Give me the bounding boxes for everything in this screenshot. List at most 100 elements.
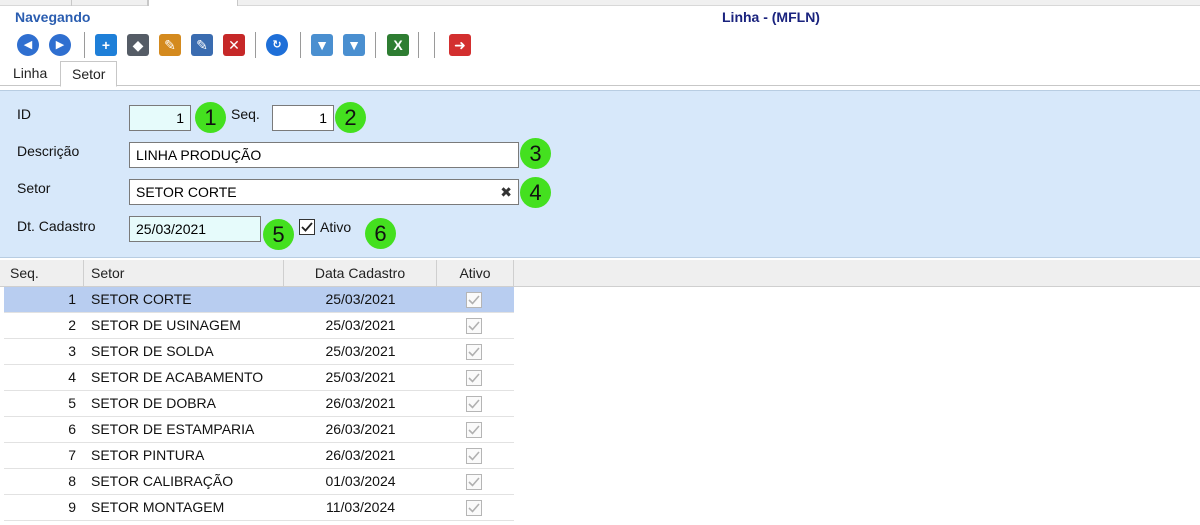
ativo-checkbox[interactable] <box>299 219 315 235</box>
new-button[interactable]: + <box>92 31 120 59</box>
excel-icon: X <box>387 34 409 56</box>
excel-export-button[interactable]: X <box>384 31 412 59</box>
exit-button[interactable]: ➜ <box>446 31 474 59</box>
ativo-label: Ativo <box>320 219 352 235</box>
cell-setor: SETOR CALIBRAÇÃO <box>91 473 234 489</box>
cell-setor: SETOR DE SOLDA <box>91 343 214 359</box>
cell-setor: SETOR DE ACABAMENTO <box>91 369 264 385</box>
cell-seq: 7 <box>68 447 76 463</box>
id-label: ID <box>17 106 31 122</box>
cell-data-cadastro: 25/03/2021 <box>325 291 396 307</box>
marker-badge-3: 3 <box>520 138 551 169</box>
filter-remove-button[interactable]: ▼ <box>308 31 336 59</box>
table-row[interactable]: 8 SETOR CALIBRAÇÃO 01/03/2024 <box>4 469 514 495</box>
cell-data-cadastro: 26/03/2021 <box>325 421 396 437</box>
marker-badge-5: 5 <box>263 219 294 250</box>
erase-button[interactable]: ◆ <box>124 31 152 59</box>
filter-remove-icon: ▼ <box>311 34 333 56</box>
cell-ativo-checkbox[interactable] <box>466 474 482 490</box>
marker-badge-6: 6 <box>365 218 396 249</box>
checkmark-icon <box>468 503 480 513</box>
checkmark-icon <box>301 222 313 232</box>
marker-badge-4: 4 <box>520 177 551 208</box>
seq-field[interactable]: 1 <box>272 105 334 131</box>
pencil-icon: ✎ <box>159 34 181 56</box>
marker-badge-2: 2 <box>335 102 366 133</box>
cell-data-cadastro: 01/03/2024 <box>325 473 396 489</box>
tab-linha[interactable]: Linha <box>2 61 58 86</box>
edit-record-button[interactable]: ✎ <box>188 31 216 59</box>
cell-ativo-checkbox[interactable] <box>466 448 482 464</box>
table-row[interactable]: 1 SETOR CORTE 25/03/2021 <box>4 287 514 313</box>
checkmark-icon <box>468 321 480 331</box>
form-title: Linha - (MFLN) <box>722 9 820 25</box>
refresh-icon: ↻ <box>266 34 288 56</box>
table-row[interactable]: 3 SETOR DE SOLDA 25/03/2021 <box>4 339 514 365</box>
toolbar-separator <box>375 32 376 58</box>
clear-icon[interactable]: ✖ <box>500 180 512 204</box>
cell-ativo-checkbox[interactable] <box>466 500 482 516</box>
filter-add-button[interactable]: ▼ <box>340 31 368 59</box>
cell-seq: 1 <box>68 291 76 307</box>
tab-setor[interactable]: Setor <box>60 61 118 87</box>
cell-seq: 3 <box>68 343 76 359</box>
delete-button[interactable]: ✕ <box>220 31 248 59</box>
id-field[interactable]: 1 <box>129 105 191 131</box>
toolbar-separator <box>434 32 435 58</box>
cell-setor: SETOR MONTAGEM <box>91 499 225 515</box>
window-tab[interactable] <box>0 0 72 6</box>
cell-ativo-checkbox[interactable] <box>466 370 482 386</box>
table-row[interactable]: 9 SETOR MONTAGEM 11/03/2024 <box>4 495 514 521</box>
edit-button[interactable]: ✎ <box>156 31 184 59</box>
cell-ativo-checkbox[interactable] <box>466 344 482 360</box>
cell-ativo-checkbox[interactable] <box>466 422 482 438</box>
descricao-field[interactable]: LINHA PRODUÇÃO <box>129 142 519 168</box>
toolbar-separator <box>418 32 419 58</box>
previous-button[interactable]: ◀ <box>14 31 42 59</box>
toolbar-separator <box>84 32 85 58</box>
refresh-button[interactable]: ↻ <box>263 31 291 59</box>
cell-data-cadastro: 25/03/2021 <box>325 317 396 333</box>
cell-data-cadastro: 25/03/2021 <box>325 343 396 359</box>
cell-data-cadastro: 25/03/2021 <box>325 369 396 385</box>
cell-setor: SETOR CORTE <box>91 291 192 307</box>
dt-cadastro-field[interactable]: 25/03/2021 <box>129 216 261 242</box>
cell-seq: 8 <box>68 473 76 489</box>
window-tab-active[interactable] <box>148 0 238 6</box>
table-row[interactable]: 5 SETOR DE DOBRA 26/03/2021 <box>4 391 514 417</box>
marker-badge-1: 1 <box>195 102 226 133</box>
filter-add-icon: ▼ <box>343 34 365 56</box>
table-row[interactable]: 4 SETOR DE ACABAMENTO 25/03/2021 <box>4 365 514 391</box>
delete-document-icon: ✕ <box>223 34 245 56</box>
dt-cadastro-label: Dt. Cadastro <box>17 218 96 234</box>
cell-setor: SETOR DE USINAGEM <box>91 317 241 333</box>
table-row[interactable]: 7 SETOR PINTURA 26/03/2021 <box>4 443 514 469</box>
setor-label: Setor <box>17 180 51 196</box>
grid-header: Seq. Setor Data Cadastro Ativo <box>0 260 1200 287</box>
checkmark-icon <box>468 373 480 383</box>
cell-ativo-checkbox[interactable] <box>466 318 482 334</box>
column-header-seq[interactable]: Seq. <box>4 260 84 287</box>
table-row[interactable]: 6 SETOR DE ESTAMPARIA 26/03/2021 <box>4 417 514 443</box>
setor-lookup-field[interactable]: SETOR CORTE ✖ <box>129 179 519 205</box>
column-header-data-cadastro[interactable]: Data Cadastro <box>284 260 437 287</box>
next-button[interactable]: ▶ <box>46 31 74 59</box>
arrow-left-icon: ◀ <box>17 34 39 56</box>
status-title: Navegando <box>15 9 91 25</box>
edit-document-icon: ✎ <box>191 34 213 56</box>
cell-ativo-checkbox[interactable] <box>466 396 482 412</box>
descricao-label: Descrição <box>17 143 80 159</box>
setor-value: SETOR CORTE <box>136 184 237 200</box>
column-header-ativo[interactable]: Ativo <box>437 260 514 287</box>
form-panel: ID 1 1 Seq. 1 2 Descrição LINHA PRODUÇÃO… <box>0 90 1200 258</box>
toolbar: ◀ ▶ + ◆ ✎ ✎ ✕ ↻ ▼ ▼ X ➜ <box>6 31 1200 59</box>
arrow-right-icon: ▶ <box>49 34 71 56</box>
toolbar-separator <box>255 32 256 58</box>
cell-data-cadastro: 11/03/2024 <box>325 499 396 515</box>
cell-ativo-checkbox[interactable] <box>466 292 482 308</box>
cell-setor: SETOR PINTURA <box>91 447 205 463</box>
column-header-setor[interactable]: Setor <box>84 260 284 287</box>
cell-seq: 6 <box>68 421 76 437</box>
table-row[interactable]: 2 SETOR DE USINAGEM 25/03/2021 <box>4 313 514 339</box>
window-tab[interactable] <box>72 0 148 6</box>
